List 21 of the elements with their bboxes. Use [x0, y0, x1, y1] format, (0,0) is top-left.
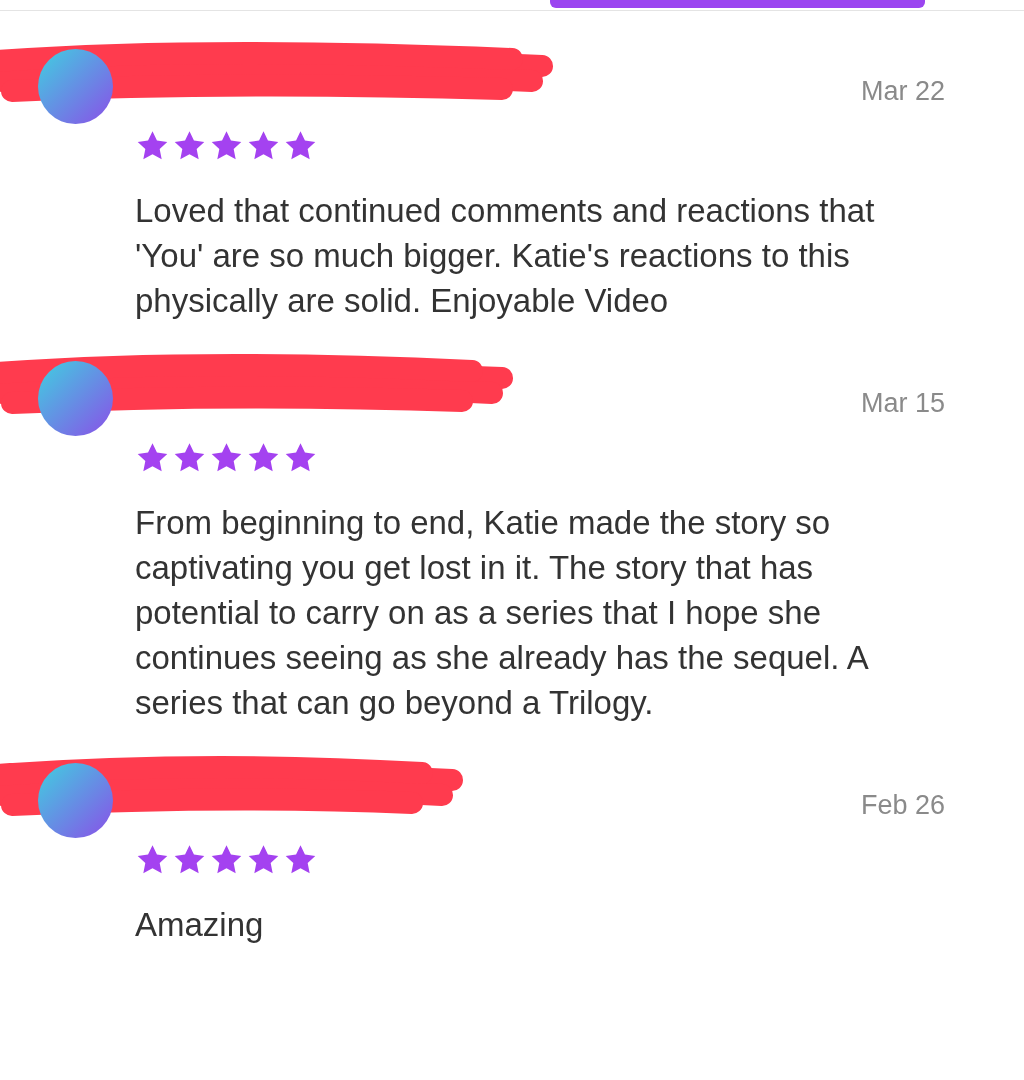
star-icon	[209, 843, 244, 876]
star-icon	[209, 441, 244, 474]
review-text: Amazing	[135, 905, 265, 945]
star-icon	[246, 843, 281, 876]
review-text: From beginning to end, Katie made the story so captivating you get lost in it. The story that has potential to carry on as a series that I hope she continues seeing as she already has the sequel. A series that can go beyond a Trilogy.	[135, 503, 869, 723]
star-icon	[283, 441, 318, 474]
star-icon	[135, 441, 170, 474]
star-icon	[283, 129, 318, 162]
star-icon	[283, 843, 318, 876]
star-icon	[172, 129, 207, 162]
star-icon	[135, 129, 170, 162]
star-icon	[172, 843, 207, 876]
star-icon	[209, 129, 244, 162]
review-date: Mar 15	[860, 387, 945, 420]
star-icon	[246, 129, 281, 162]
review-text: Loved that continued comments and reactions that 'You' are so much bigger. Katie's reactions to this physically are solid. Enjoyable Video	[135, 191, 876, 321]
review-date: Mar 22	[860, 75, 945, 108]
star-icon	[172, 441, 207, 474]
star-icon	[135, 843, 170, 876]
star-icon	[246, 441, 281, 474]
review-date: Feb 26	[860, 789, 945, 822]
